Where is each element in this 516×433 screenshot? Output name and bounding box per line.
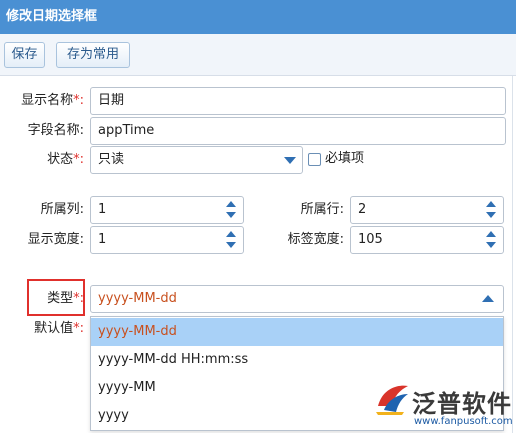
save-button[interactable]: 保存 xyxy=(4,42,45,68)
type-label-text: 类型 xyxy=(47,291,74,306)
display-width-label: 显示宽度: xyxy=(27,232,84,247)
window-title: 修改日期选择框 xyxy=(0,0,516,34)
default-value-label-text: 默认值 xyxy=(34,321,74,336)
arrow-down-icon[interactable] xyxy=(486,212,496,218)
status-label: 状态*: xyxy=(0,145,84,175)
fanpu-logo-icon xyxy=(376,385,408,415)
spinner-arrows[interactable] xyxy=(485,230,497,250)
arrow-down-icon[interactable] xyxy=(226,212,236,218)
display-name-input[interactable]: 日期 xyxy=(90,87,506,115)
spinner-arrows[interactable] xyxy=(225,230,237,250)
status-select[interactable]: 只读 xyxy=(90,146,303,174)
default-value-label: 默认值*: xyxy=(0,314,84,344)
label-width-label: 标签宽度: xyxy=(287,232,344,247)
type-option[interactable]: yyyy-MM-dd xyxy=(91,318,503,346)
column-spinner-value: 1 xyxy=(98,202,107,217)
spinner-arrows[interactable] xyxy=(485,200,497,220)
arrow-up-icon[interactable] xyxy=(486,201,496,207)
display-width-spinner-value: 1 xyxy=(98,232,107,247)
required-mark: *: xyxy=(73,321,84,336)
required-mark: *: xyxy=(73,152,84,167)
logo-name: 泛普软件 xyxy=(412,390,512,418)
spinner-arrows[interactable] xyxy=(225,200,237,220)
arrow-down-icon[interactable] xyxy=(486,242,496,248)
arrow-down-icon[interactable] xyxy=(226,242,236,248)
arrow-up-icon[interactable] xyxy=(226,231,236,237)
type-option[interactable]: yyyy-MM-dd HH:mm:ss xyxy=(91,346,503,374)
logo-url: www.fanpusoft.com xyxy=(414,416,513,427)
toolbar: 保存 存为常用 xyxy=(0,34,516,76)
field-name-label: 字段名称: xyxy=(27,123,84,138)
status-select-value: 只读 xyxy=(98,152,125,167)
arrow-up-icon[interactable] xyxy=(226,201,236,207)
display-name-label-text: 显示名称 xyxy=(21,93,74,108)
column-spinner[interactable]: 1 xyxy=(90,196,244,224)
required-checkbox-label: 必填项 xyxy=(325,151,365,166)
column-label: 所属列: xyxy=(40,202,84,217)
panel-border xyxy=(512,76,513,433)
chevron-up-icon xyxy=(482,295,494,302)
type-select[interactable]: yyyy-MM-dd xyxy=(90,285,504,313)
status-label-text: 状态 xyxy=(47,152,74,167)
row-spinner[interactable]: 2 xyxy=(350,196,504,224)
required-checkbox[interactable] xyxy=(308,153,321,166)
arrow-up-icon[interactable] xyxy=(486,231,496,237)
chevron-down-icon xyxy=(284,157,296,164)
fanpu-logo: 泛普软件 www.fanpusoft.com xyxy=(372,378,513,432)
type-select-value: yyyy-MM-dd xyxy=(98,291,177,306)
required-mark: *: xyxy=(73,93,84,108)
field-name-input[interactable]: appTime xyxy=(90,117,506,145)
label-width-spinner[interactable]: 105 xyxy=(350,226,504,254)
required-mark: *: xyxy=(73,291,84,306)
row-label: 所属行: xyxy=(300,202,344,217)
type-label: 类型*: xyxy=(0,284,84,314)
row-spinner-value: 2 xyxy=(358,202,367,217)
display-name-label: 显示名称*: xyxy=(0,86,84,116)
save-as-common-button[interactable]: 存为常用 xyxy=(56,42,130,68)
display-width-spinner[interactable]: 1 xyxy=(90,226,244,254)
label-width-spinner-value: 105 xyxy=(358,232,383,247)
